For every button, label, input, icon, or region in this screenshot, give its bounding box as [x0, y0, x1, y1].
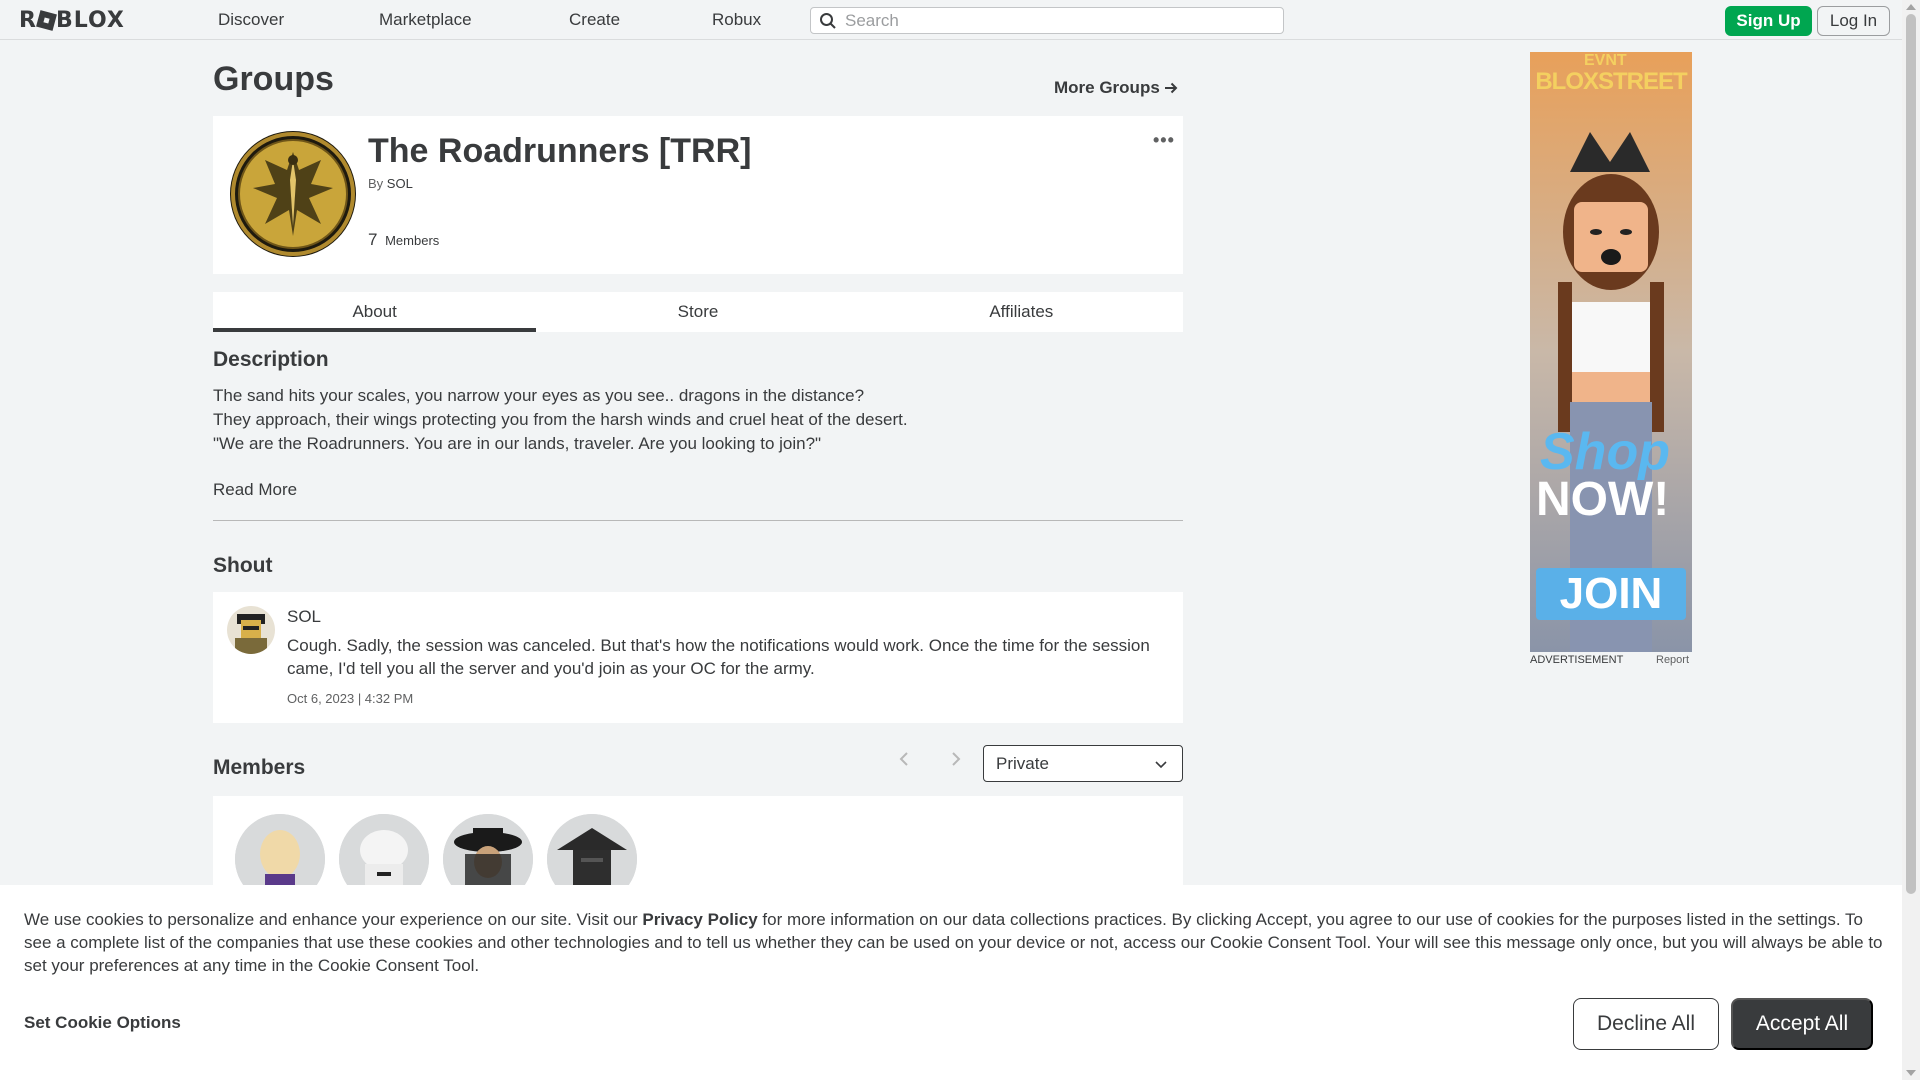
description-heading: Description	[213, 348, 329, 371]
group-tabs: About Store Affiliates	[213, 292, 1183, 332]
advertisement-label: ADVERTISEMENT	[1530, 654, 1624, 666]
ad-now: NOW!	[1536, 473, 1670, 526]
chevron-down-icon	[1154, 756, 1168, 776]
search-icon	[811, 12, 845, 30]
ad-join: JOIN	[1559, 569, 1663, 618]
search-input[interactable]	[845, 10, 1265, 31]
rank-filter-value: Private	[996, 753, 1049, 773]
group-header-card: The Roadrunners [TRR] By SOL 7 Members •…	[213, 116, 1183, 274]
by-prefix: By	[368, 176, 384, 191]
member-avatar[interactable]	[443, 814, 533, 886]
shout-message: Cough. Sadly, the session was canceled. …	[287, 636, 1150, 678]
tab-store[interactable]: Store	[536, 292, 859, 332]
nav-marketplace[interactable]: Marketplace	[379, 10, 472, 30]
description-line: "We are the Roadrunners. You are in our …	[213, 434, 822, 453]
member-avatar[interactable]	[339, 814, 429, 886]
member-count: 7	[368, 230, 378, 249]
ad-report-link[interactable]: Report	[1656, 654, 1689, 666]
members-heading: Members	[213, 756, 306, 779]
members-list	[213, 796, 1183, 886]
top-navigation: R BLOX Discover Marketplace Create Robux …	[0, 0, 1902, 40]
search-box[interactable]	[810, 7, 1284, 34]
group-name: The Roadrunners [TRR]	[368, 132, 752, 170]
privacy-policy-link[interactable]: Privacy Policy	[642, 910, 757, 929]
page-scrollbar[interactable]	[1902, 0, 1920, 1080]
scroll-up-arrow[interactable]	[1906, 4, 1916, 10]
cookie-message: We use cookies to personalize and enhanc…	[24, 908, 1884, 977]
section-divider	[213, 520, 1183, 521]
set-cookie-options-link[interactable]: Set Cookie Options	[24, 1013, 181, 1033]
cookie-banner: We use cookies to personalize and enhanc…	[0, 885, 1902, 1080]
tab-about[interactable]: About	[213, 292, 537, 332]
nav-discover[interactable]: Discover	[218, 10, 284, 30]
nav-robux[interactable]: Robux	[712, 10, 761, 30]
more-dots-icon[interactable]: •••	[1153, 130, 1175, 151]
shout-author-name[interactable]: SOL	[287, 607, 321, 627]
more-groups-label: More Groups	[1054, 78, 1160, 97]
group-description: The sand hits your scales, you narrow yo…	[213, 384, 1013, 456]
chevron-right-icon[interactable]	[950, 750, 962, 773]
rank-filter-select[interactable]: Private	[983, 745, 1183, 782]
arrow-right-icon	[1164, 82, 1178, 94]
group-owner-link[interactable]: SOL	[387, 176, 413, 191]
scrollbar-thumb[interactable]	[1906, 14, 1916, 894]
member-avatar[interactable]	[235, 814, 325, 886]
tab-affiliates[interactable]: Affiliates	[860, 292, 1183, 332]
description-line: They approach, their wings protecting yo…	[213, 410, 908, 429]
shout-card: SOL Cough. Sadly, the session was cancel…	[213, 592, 1183, 723]
advertisement-banner[interactable]: EVNT BLOXSTREET Shop NOW! JOIN	[1530, 52, 1692, 652]
page-title: Groups	[213, 60, 334, 98]
more-groups-link[interactable]: More Groups	[1054, 78, 1178, 98]
shout-date: Oct 6, 2023 | 4:32 PM	[287, 691, 414, 706]
cookie-text-before: We use cookies to personalize and enhanc…	[24, 910, 643, 929]
chevron-left-icon[interactable]	[898, 750, 910, 773]
accept-all-button[interactable]: Accept All	[1731, 998, 1873, 1050]
member-avatar[interactable]	[547, 814, 637, 886]
group-owner-line: By SOL	[368, 176, 413, 191]
shout-author-avatar[interactable]	[227, 606, 275, 654]
description-line: The sand hits your scales, you narrow yo…	[213, 386, 865, 405]
roblox-logo[interactable]: R BLOX	[19, 8, 125, 33]
read-more-link[interactable]: Read More	[213, 480, 297, 500]
group-emblem	[229, 130, 357, 258]
decline-all-button[interactable]: Decline All	[1573, 998, 1719, 1050]
sign-up-button[interactable]: Sign Up	[1725, 6, 1812, 36]
nav-create[interactable]: Create	[569, 10, 620, 30]
member-count-label: Members	[385, 233, 440, 248]
shout-heading: Shout	[213, 554, 273, 577]
log-in-button[interactable]: Log In	[1817, 6, 1890, 36]
member-count-line: 7 Members	[368, 230, 439, 250]
ad-brand: BLOXSTREET	[1535, 68, 1687, 95]
scroll-down-arrow[interactable]	[1906, 1070, 1916, 1076]
